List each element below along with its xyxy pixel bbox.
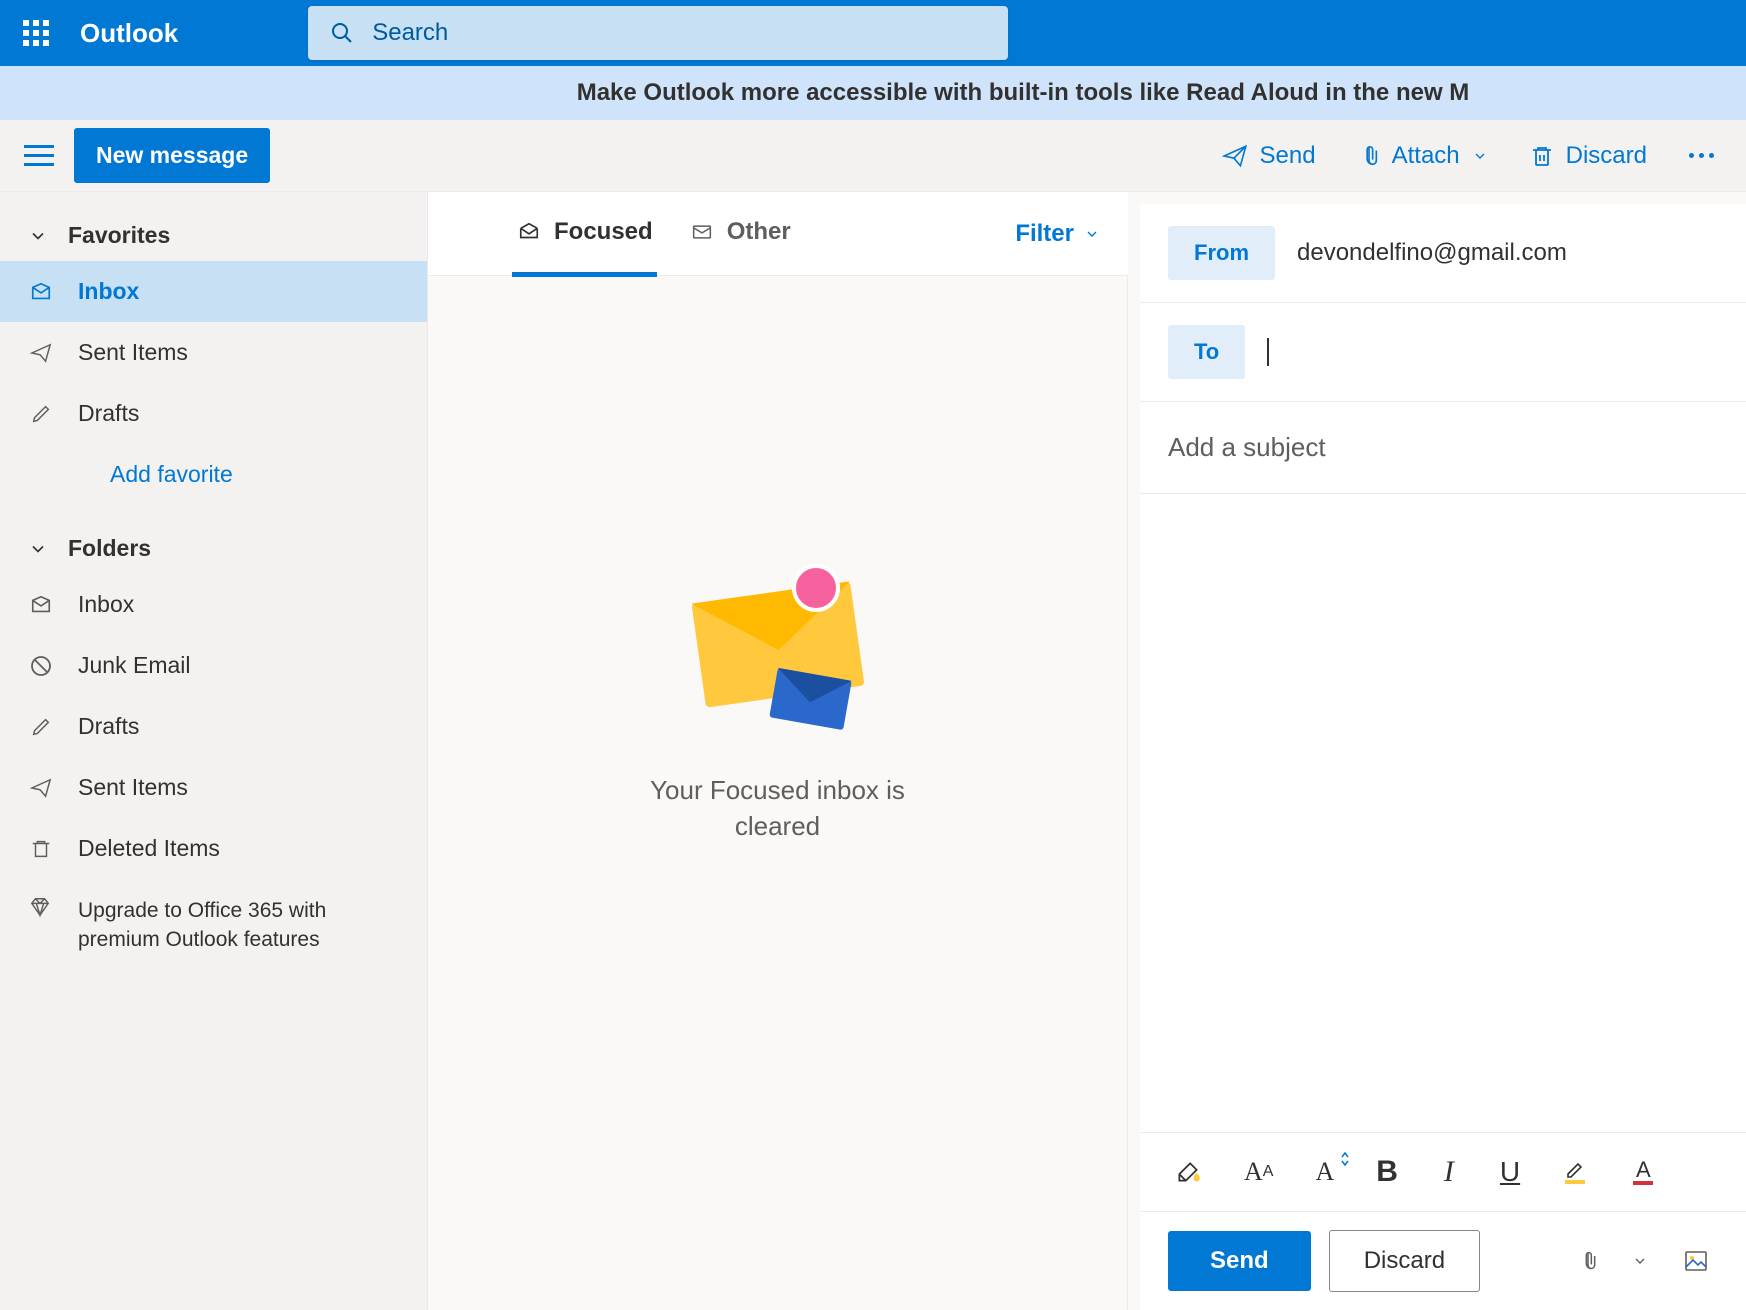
draft-icon [30,716,52,738]
diamond-icon [28,896,52,918]
banner-text: Make Outlook more accessible with built-… [577,79,1470,107]
new-message-button[interactable]: New message [74,128,270,183]
empty-inbox-text: Your Focused inbox is cleared [618,772,938,845]
sidebar-folder-junk[interactable]: Junk Email [0,635,427,696]
app-launcher-icon[interactable] [18,15,54,51]
chevron-down-icon [1084,226,1100,242]
sidebar: Favorites Inbox Sent Items Drafts Add fa… [0,192,428,1310]
promo-banner[interactable]: Make Outlook more accessible with built-… [0,66,1746,120]
to-label[interactable]: To [1168,325,1245,379]
subject-input[interactable] [1168,432,1718,463]
from-value: devondelfino@gmail.com [1297,239,1567,267]
folders-header[interactable]: Folders [0,523,427,574]
attach-command[interactable]: Attach [1344,134,1502,178]
discard-label: Discard [1566,142,1647,170]
insert-image-icon[interactable] [1674,1245,1718,1277]
favorites-header[interactable]: Favorites [0,210,427,261]
sidebar-item-label: Inbox [78,591,134,618]
compose-actions: Send Discard [1140,1211,1746,1310]
sidebar-item-inbox[interactable]: Inbox [0,261,427,322]
from-label[interactable]: From [1168,226,1275,280]
to-field[interactable]: To [1140,303,1746,402]
message-list-panel: Focused Other Filter Your Focused inbox … [428,192,1128,1310]
focused-icon [516,221,542,243]
upgrade-text: Upgrade to Office 365 with premium Outlo… [78,896,399,955]
send-icon [1222,143,1248,169]
send-label: Send [1260,142,1316,170]
sent-icon [29,777,53,799]
tab-other[interactable]: Other [689,218,791,249]
compose-body[interactable] [1140,494,1746,1132]
search-icon [330,21,354,45]
sidebar-item-label: Drafts [78,713,139,740]
inbox-icon [29,281,53,303]
tab-label: Other [727,218,791,246]
bold-icon[interactable]: B [1370,1151,1404,1193]
from-field: From devondelfino@gmail.com [1140,204,1746,303]
hamburger-icon[interactable] [18,135,60,177]
sidebar-item-label: Junk Email [78,652,190,679]
more-commands-icon[interactable] [1675,145,1728,166]
draft-icon [30,403,52,425]
to-input[interactable] [1291,338,1718,366]
tab-focused[interactable]: Focused [516,218,653,249]
highlight-icon[interactable] [1556,1154,1594,1190]
mail-icon [689,222,715,242]
sidebar-item-label: Deleted Items [78,835,220,862]
upgrade-link[interactable]: Upgrade to Office 365 with premium Outlo… [0,879,427,972]
sidebar-folder-inbox[interactable]: Inbox [0,574,427,635]
sent-icon [29,342,53,364]
sidebar-item-label: Drafts [78,400,139,427]
command-bar: New message Send Attach Discard [0,120,1746,192]
italic-icon[interactable]: I [1434,1151,1464,1193]
discard-command[interactable]: Discard [1516,134,1661,178]
sidebar-item-label: Inbox [78,278,139,305]
empty-inbox-illustration [678,542,878,742]
attach-chevron-icon[interactable] [1624,1249,1656,1273]
sidebar-folder-sent[interactable]: Sent Items [0,757,427,818]
sidebar-item-label: Sent Items [78,339,188,366]
attach-label: Attach [1392,142,1460,170]
sidebar-folder-deleted[interactable]: Deleted Items [0,818,427,879]
compose-discard-button[interactable]: Discard [1329,1230,1480,1292]
inbox-tabs: Focused Other Filter [428,192,1128,276]
text-cursor [1267,338,1269,366]
sidebar-folder-drafts[interactable]: Drafts [0,696,427,757]
format-toolbar: AA A B I U A [1140,1132,1746,1211]
sidebar-item-label: Sent Items [78,774,188,801]
trash-icon [1530,143,1554,169]
chevron-down-icon [1472,148,1488,164]
chevron-down-icon [28,226,48,246]
compose-send-button[interactable]: Send [1168,1231,1311,1291]
subject-field[interactable] [1140,402,1746,494]
folders-label: Folders [68,535,151,562]
attach-file-icon[interactable] [1570,1244,1606,1278]
trash-icon [30,837,52,861]
tab-label: Focused [554,218,653,246]
attach-icon [1358,143,1380,169]
chevron-down-icon [28,539,48,559]
font-icon[interactable]: AA [1238,1153,1279,1191]
add-favorite-link[interactable]: Add favorite [0,444,427,505]
junk-icon [29,654,53,678]
font-size-icon[interactable]: A [1309,1153,1340,1191]
underline-icon[interactable]: U [1494,1152,1526,1192]
brand-title: Outlook [80,18,178,49]
favorites-label: Favorites [68,222,170,249]
search-box[interactable] [308,6,1008,60]
paint-format-icon[interactable] [1168,1155,1208,1189]
filter-button[interactable]: Filter [1015,220,1100,248]
filter-label: Filter [1015,220,1074,248]
inbox-icon [29,594,53,616]
send-command[interactable]: Send [1208,134,1330,178]
empty-inbox-state: Your Focused inbox is cleared [428,276,1127,1310]
sidebar-item-sent[interactable]: Sent Items [0,322,427,383]
compose-panel: From devondelfino@gmail.com To AA A B I … [1140,204,1746,1310]
search-input[interactable] [372,19,986,47]
font-color-icon[interactable]: A [1624,1153,1662,1191]
svg-text:A: A [1636,1157,1651,1182]
title-bar: Outlook [0,0,1746,66]
sidebar-item-drafts[interactable]: Drafts [0,383,427,444]
